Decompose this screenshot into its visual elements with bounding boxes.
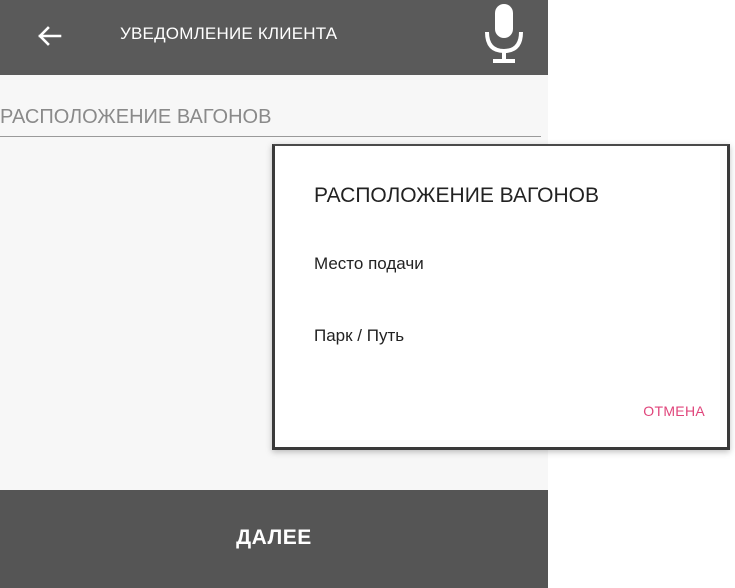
dialog-title: РАСПОЛОЖЕНИЕ ВАГОНОВ [314,184,600,207]
page-title: УВЕДОМЛЕНИЕ КЛИЕНТА [120,24,338,43]
arrow-left-icon [38,26,62,46]
voice-input-button[interactable] [478,2,530,68]
dialog-option-feed-place[interactable]: Место подачи [314,254,424,274]
microphone-icon [485,4,523,63]
next-button-label: ДАЛЕЕ [236,526,312,549]
back-button[interactable] [30,16,70,56]
wagon-location-dialog: РАСПОЛОЖЕНИЕ ВАГОНОВ Место подачи Парк /… [272,144,730,450]
cancel-button[interactable]: ОТМЕНА [643,403,705,419]
screen: УВЕДОМЛЕНИЕ КЛИЕНТА ДАЛЕЕ РАСПОЛОЖЕНИЕ В… [0,0,735,588]
dialog-option-park-track[interactable]: Парк / Путь [314,326,404,346]
wagon-location-field[interactable] [0,96,541,137]
next-button[interactable]: ДАЛЕЕ [0,490,548,588]
wagon-location-input[interactable] [0,102,535,132]
top-app-bar: УВЕДОМЛЕНИЕ КЛИЕНТА [0,0,548,75]
